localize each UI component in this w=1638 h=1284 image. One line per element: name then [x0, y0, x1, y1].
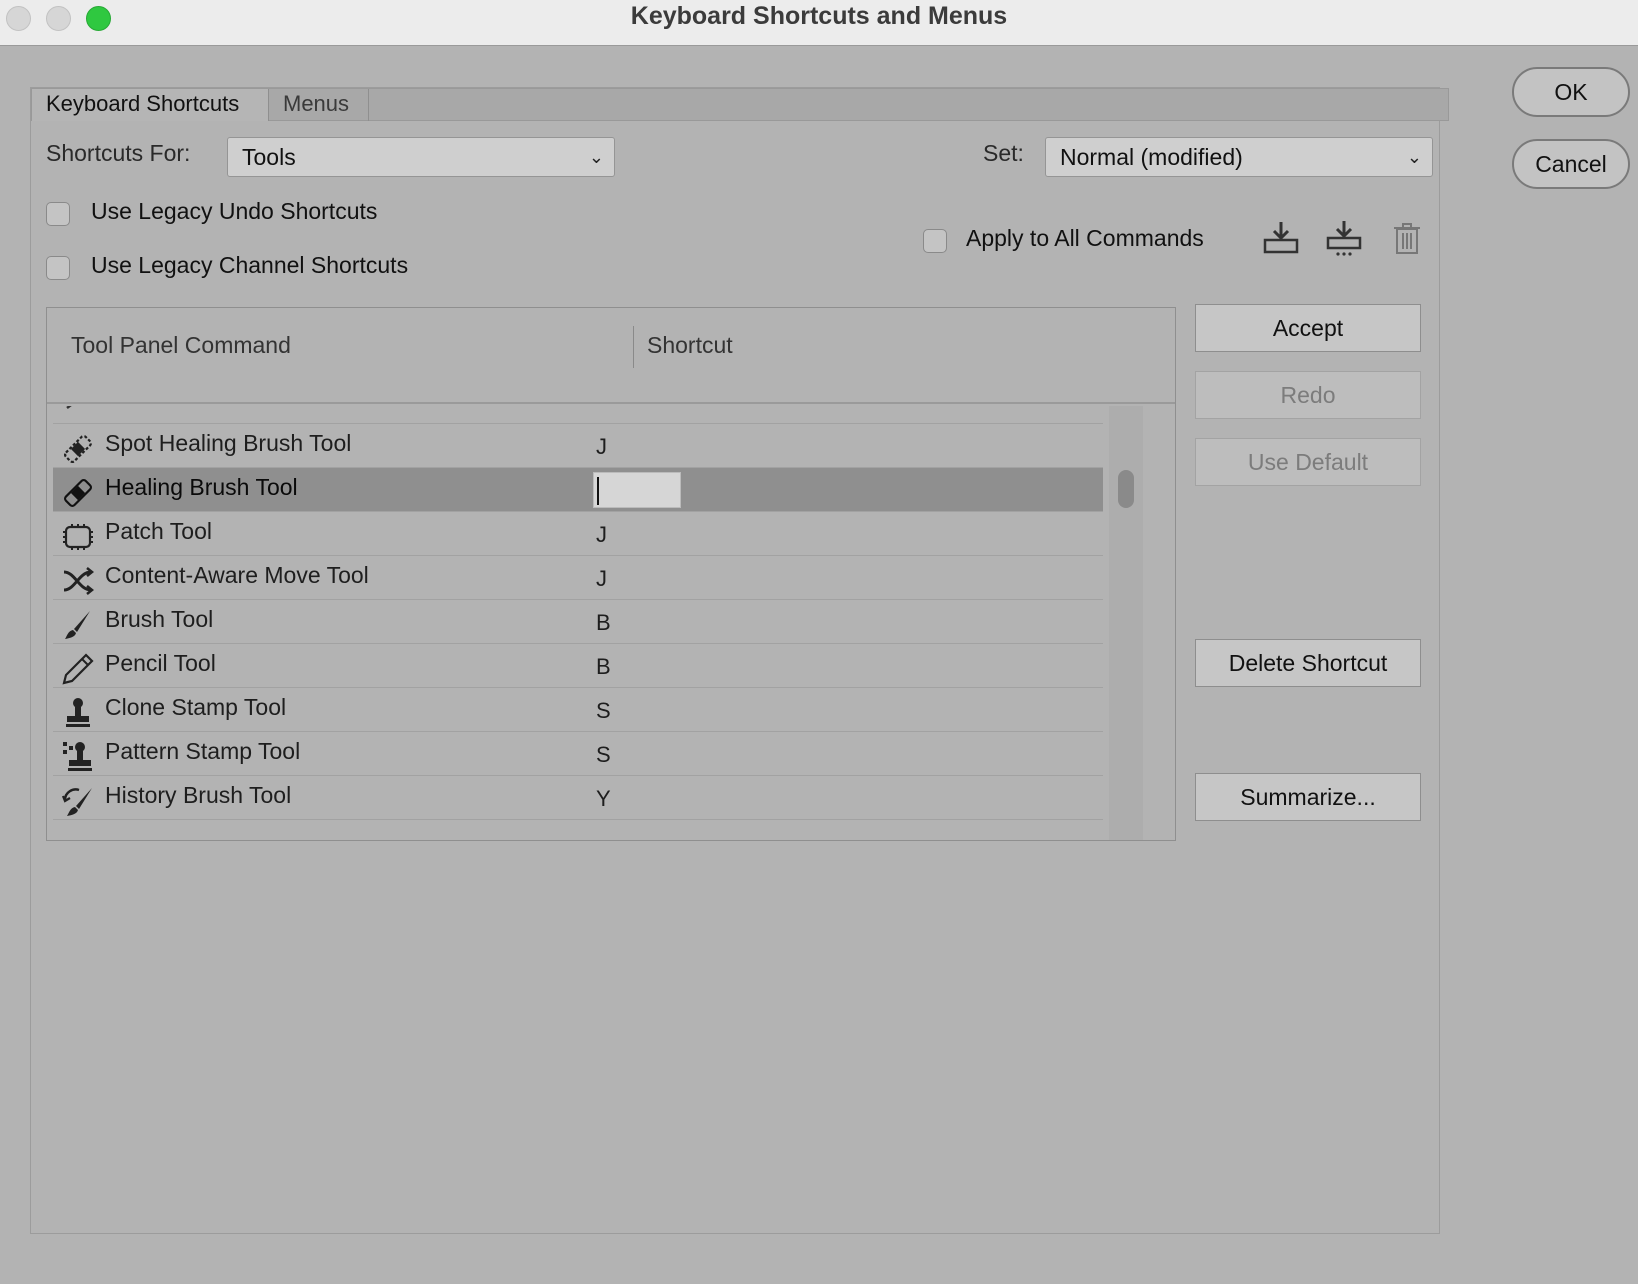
tab-keyboard-shortcuts[interactable]: Keyboard Shortcuts [32, 89, 269, 121]
shortcut-value[interactable]: J [596, 522, 607, 548]
cancel-button[interactable]: Cancel [1512, 139, 1630, 189]
chevron-down-icon: ⌄ [588, 147, 604, 167]
apply-all-label: Apply to All Commands [966, 225, 1204, 251]
trash-icon[interactable] [1387, 218, 1427, 258]
pencil-icon [62, 653, 94, 685]
clone-stamp-icon [66, 698, 90, 727]
command-name: History Brush Tool [105, 782, 292, 808]
ok-button[interactable]: OK [1512, 67, 1630, 117]
shortcut-value[interactable]: B [596, 610, 611, 636]
accept-button[interactable]: Accept [1195, 304, 1421, 352]
window-title: Keyboard Shortcuts and Menus [630, 2, 1008, 30]
shortcuts-for-value: Tools [242, 144, 296, 170]
save-set-as-icon[interactable] [1324, 218, 1364, 258]
tab-strip: Keyboard Shortcuts Menus [31, 88, 1449, 121]
save-set-icon[interactable] [1261, 218, 1301, 258]
command-name: Brush Tool [105, 606, 214, 632]
command-name: Clone Stamp Tool [105, 694, 287, 720]
tab-menus[interactable]: Menus [269, 89, 369, 121]
apply-all-checkbox[interactable] [923, 229, 947, 253]
vertical-scrollbar[interactable] [1109, 406, 1143, 840]
command-name: Patch Tool [105, 518, 212, 544]
command-name: Healing Brush Tool [105, 474, 298, 500]
shortcuts-for-label: Shortcuts For: [46, 140, 191, 166]
table-row[interactable]: Clone Stamp Tool S [53, 688, 1103, 732]
shortcuts-table: Tool Panel Command Shortcut Spot Healing… [46, 307, 1176, 841]
column-header-command[interactable]: Tool Panel Command [71, 332, 291, 359]
main-panel: Keyboard Shortcuts Menus Shortcuts For: … [30, 87, 1449, 1234]
pattern-stamp-icon [63, 742, 92, 771]
chevron-down-icon: ⌄ [1406, 147, 1422, 167]
legacy-channel-label: Use Legacy Channel Shortcuts [91, 252, 409, 278]
legacy-channel-checkbox[interactable] [46, 256, 70, 280]
table-row[interactable]: Content-Aware Move Tool J [53, 556, 1103, 600]
spot-healing-brush-icon [64, 435, 92, 463]
brush-icon [65, 611, 90, 639]
table-row[interactable] [53, 406, 1103, 424]
column-header-shortcut[interactable]: Shortcut [647, 332, 733, 359]
shortcut-input[interactable] [593, 472, 681, 508]
set-select[interactable]: Normal (modified) ⌄ [1045, 137, 1433, 177]
command-name: Spot Healing Brush Tool [105, 430, 352, 456]
command-name: Pencil Tool [105, 650, 216, 676]
table-row-selected[interactable]: Healing Brush Tool [53, 468, 1103, 512]
delete-shortcut-button[interactable]: Delete Shortcut [1195, 639, 1421, 687]
table-rows: Spot Healing Brush Tool J Healing Brush … [53, 406, 1103, 838]
shortcut-value[interactable]: J [596, 434, 607, 460]
patch-icon [63, 524, 93, 550]
healing-brush-icon [64, 479, 92, 507]
content-aware-move-icon [63, 567, 95, 595]
table-row[interactable]: Patch Tool J [53, 512, 1103, 556]
title-bar: Keyboard Shortcuts and Menus [0, 0, 1638, 46]
set-label: Set: [983, 140, 1024, 166]
redo-button[interactable]: Redo [1195, 371, 1421, 419]
shortcut-value[interactable]: Y [596, 786, 611, 812]
summarize-button[interactable]: Summarize... [1195, 773, 1421, 821]
text-caret [597, 477, 599, 505]
table-row[interactable]: Brush Tool B [53, 600, 1103, 644]
set-value: Normal (modified) [1060, 144, 1243, 170]
table-row[interactable]: History Brush Tool Y [53, 776, 1103, 820]
scrollbar-thumb[interactable] [1118, 470, 1134, 508]
shortcut-value[interactable]: J [596, 566, 607, 592]
legacy-undo-label: Use Legacy Undo Shortcuts [91, 198, 378, 224]
shortcuts-for-select[interactable]: Tools ⌄ [227, 137, 615, 177]
command-name: Content-Aware Move Tool [105, 562, 369, 588]
shortcut-value[interactable]: B [596, 654, 611, 680]
history-brush-icon [61, 788, 92, 816]
shortcut-value[interactable]: S [596, 742, 611, 768]
command-name: Pattern Stamp Tool [105, 738, 301, 764]
table-row[interactable]: Pattern Stamp Tool S [53, 732, 1103, 776]
use-default-button[interactable]: Use Default [1195, 438, 1421, 486]
shortcut-value[interactable]: S [596, 698, 611, 724]
table-row[interactable]: Spot Healing Brush Tool J [53, 424, 1103, 468]
table-header: Tool Panel Command Shortcut [47, 308, 1175, 404]
legacy-undo-checkbox[interactable] [46, 202, 70, 226]
column-divider [633, 326, 634, 368]
table-row[interactable]: Pencil Tool B [53, 644, 1103, 688]
